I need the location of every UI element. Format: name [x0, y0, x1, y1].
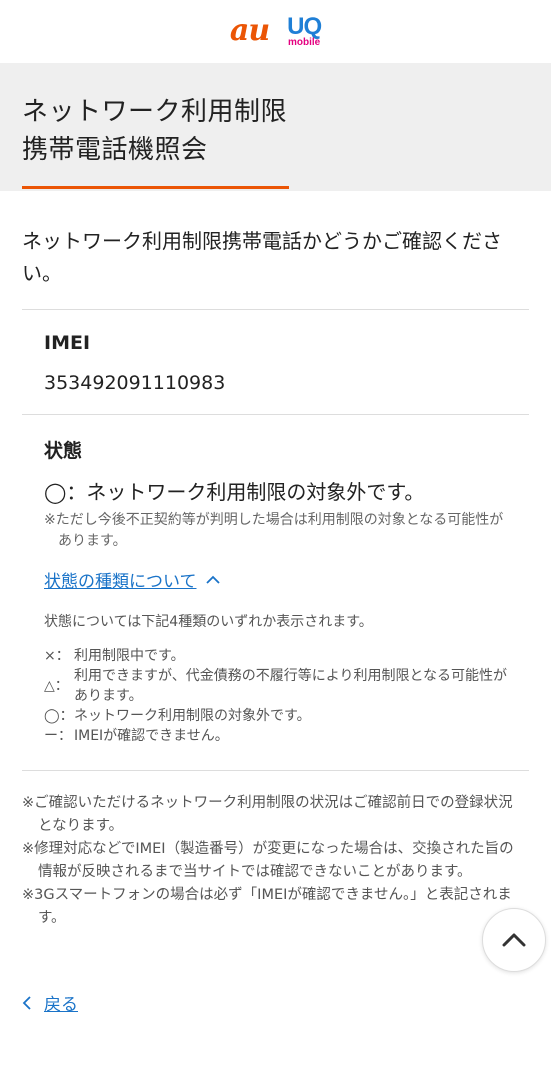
back-link[interactable]: 戻る	[22, 990, 78, 1015]
uq-mobile-logo[interactable]: UQ mobile	[287, 12, 322, 48]
status-type-text: IMEIが確認できません。	[74, 728, 229, 744]
footnote-item: ※ご確認いただけるネットワーク利用制限の状況はご確認前日での登録状況となります。	[22, 795, 513, 834]
lead-text: ネットワーク利用制限携帯電話かどうかご確認ください。	[22, 229, 502, 285]
logo-bar: au UQ mobile	[0, 0, 551, 62]
title-band: ネットワーク利用制限 携帯電話機照会	[0, 63, 551, 191]
status-note: ※ただし今後不正契約等が判明した場合は利用制限の対象となる可能性があります。	[44, 512, 504, 549]
status-types-toggle-label: 状態の種類について	[44, 572, 197, 592]
chevron-left-icon	[22, 995, 31, 1010]
status-type-text: 利用できますが、代金債務の不履行等により利用制限となる可能性があります。	[74, 668, 508, 704]
divider	[22, 309, 529, 310]
footnotes: ※ご確認いただけるネットワーク利用制限の状況はご確認前日での登録状況となります。…	[22, 792, 522, 930]
status-types-toggle[interactable]: 状態の種類について	[44, 567, 221, 592]
uq-logo-sub: mobile	[288, 36, 321, 48]
footnote-item: ※3Gスマートフォンの場合は必ず「IMEIが確認できません。」と表記されます。	[22, 887, 512, 926]
uq-logo-text: UQ	[287, 12, 322, 40]
au-logo[interactable]: au	[230, 16, 270, 46]
status-type-text: ネットワーク利用制限の対象外です。	[74, 708, 311, 724]
page-title: ネットワーク利用制限 携帯電話機照会	[22, 93, 287, 169]
status-result: ◯：ネットワーク利用制限の対象外です。	[44, 480, 425, 504]
status-type-item: △： 利用できますが、代金債務の不履行等により利用制限となる可能性があります。	[44, 666, 514, 706]
chevron-up-icon	[205, 570, 221, 589]
chevron-up-icon	[502, 933, 526, 947]
status-type-symbol: ×：	[44, 648, 70, 664]
imei-label: IMEI	[44, 332, 91, 354]
status-type-item: ◯： ネットワーク利用制限の対象外です。	[44, 706, 514, 726]
status-types-intro: 状態については下記4種類のいずれか表示されます。	[44, 614, 373, 630]
divider	[22, 770, 529, 771]
imei-value: 353492091110983	[44, 372, 226, 394]
page-title-line1: ネットワーク利用制限	[22, 97, 288, 127]
divider	[22, 414, 529, 415]
footnote-item: ※修理対応などでIMEI（製造番号）が変更になった場合は、交換された旨の情報が反…	[22, 841, 514, 880]
page: au UQ mobile ネットワーク利用制限 携帯電話機照会 ネットワーク利用…	[0, 0, 551, 1080]
status-type-symbol: ◯：	[44, 708, 74, 724]
status-type-text: 利用制限中です。	[74, 648, 185, 664]
status-types-list: ×： 利用制限中です。 △： 利用できますが、代金債務の不履行等により利用制限と…	[44, 646, 514, 746]
page-title-line2: 携帯電話機照会	[22, 135, 208, 165]
status-type-item: ×： 利用制限中です。	[44, 646, 514, 666]
status-type-item: ー： IMEIが確認できません。	[44, 726, 514, 746]
status-type-symbol: ー：	[44, 728, 72, 744]
scroll-to-top-button[interactable]	[482, 908, 546, 972]
title-underline	[22, 186, 289, 189]
status-type-symbol: △：	[44, 678, 69, 694]
status-label: 状態	[44, 440, 83, 462]
back-link-label: 戻る	[44, 995, 78, 1015]
